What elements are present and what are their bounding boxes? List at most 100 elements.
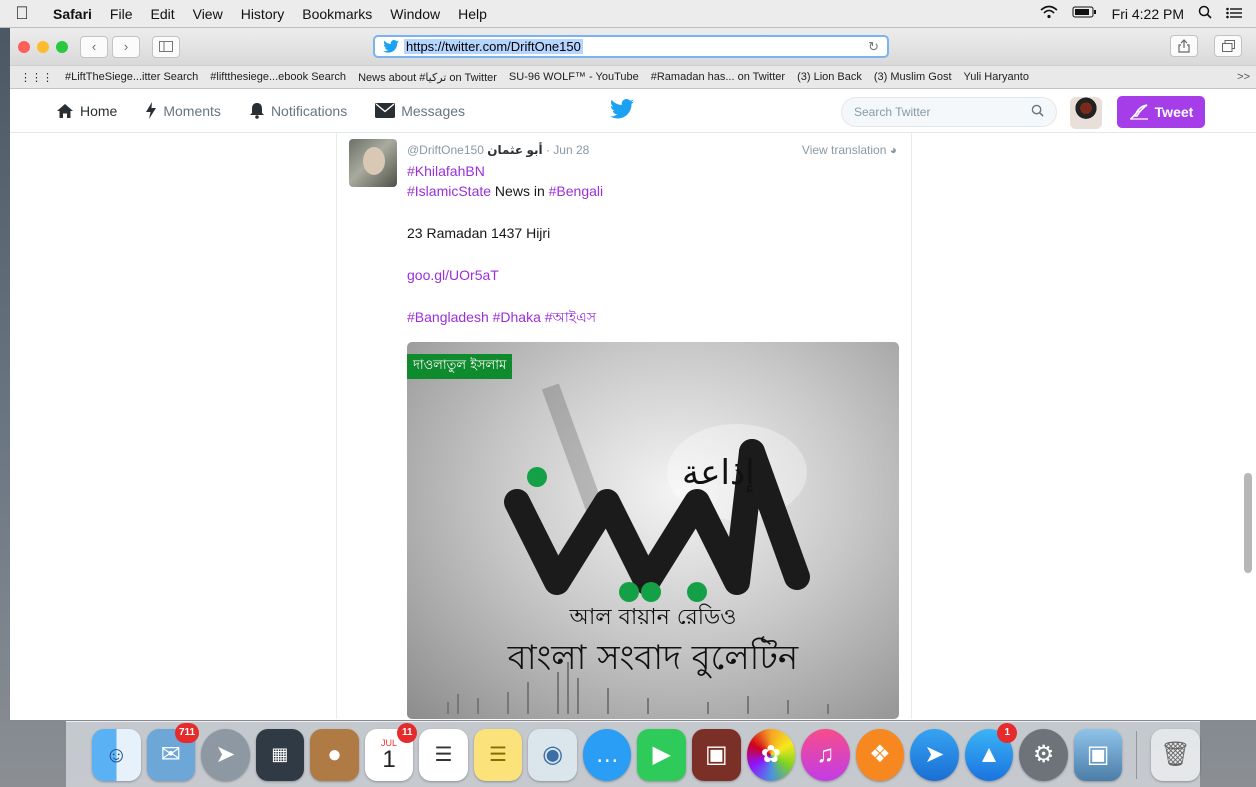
forward-button[interactable]: ›	[112, 35, 140, 58]
bookmark-item[interactable]: #LiftTheSiege...itter Search	[65, 71, 198, 83]
safari-icon[interactable]: ➤	[910, 728, 959, 781]
messages-icon[interactable]: …	[582, 728, 632, 781]
tweet-header: @DriftOne150 أبو عثمان · Jun 28	[407, 143, 589, 157]
menu-app-safari[interactable]: Safari	[44, 6, 101, 22]
tweet-text: #KhilafahBN #IslamicState News in #Benga…	[407, 161, 897, 327]
nav-home[interactable]: Home	[56, 103, 117, 119]
bookmark-item[interactable]: (3) Muslim Gost	[874, 71, 952, 83]
wifi-icon[interactable]	[1040, 5, 1058, 22]
image-capture-icon[interactable]: ▣	[1073, 728, 1123, 781]
chat-bubble-icon: …	[595, 740, 620, 768]
close-window-button[interactable]	[18, 40, 30, 53]
ibooks-icon[interactable]: ❖	[855, 728, 905, 781]
bookmark-item[interactable]: Yuli Haryanto	[964, 71, 1029, 83]
search-input[interactable]: Search Twitter	[841, 97, 1057, 127]
zoom-window-button[interactable]	[56, 40, 68, 53]
bookmarks-bar: ⋮⋮⋮ #LiftTheSiege...itter Search #liftth…	[10, 65, 1256, 89]
show-tabs-button[interactable]	[1214, 35, 1242, 57]
trash-icon[interactable]: 🗑	[1151, 728, 1200, 781]
mission-control-icon[interactable]: ▦	[255, 728, 305, 781]
hashtag-link[interactable]: #Bangladesh #Dhaka #আইএস	[407, 307, 897, 327]
app-store-icon[interactable]: ▲ 1	[964, 722, 1018, 781]
facetime-icon[interactable]: ▶	[637, 728, 687, 781]
tweet-author-name[interactable]: أبو عثمان	[487, 143, 542, 157]
bookmarks-grid-icon[interactable]: ⋮⋮⋮	[20, 71, 53, 84]
nav-notifications[interactable]: Notifications	[249, 102, 347, 119]
tweet-handle[interactable]: @DriftOne150	[407, 143, 484, 157]
menu-file[interactable]: File	[101, 6, 142, 22]
menu-history[interactable]: History	[232, 6, 294, 22]
compass-icon: ➤	[924, 741, 945, 768]
home-icon	[57, 103, 73, 118]
tweet-media-image[interactable]: إذاعة দাওলাতুল ইসলাম আল বায়ান রেডিও বাং…	[407, 342, 899, 719]
menu-view[interactable]: View	[184, 6, 232, 22]
share-icon	[1178, 39, 1190, 53]
photo-strip-icon: ▣	[704, 741, 728, 768]
bookmark-item[interactable]: #Ramadan has... on Twitter	[651, 71, 785, 83]
spotlight-icon[interactable]	[1198, 5, 1212, 22]
hashtag-link[interactable]: #IslamicState	[407, 183, 491, 199]
menu-bookmarks[interactable]: Bookmarks	[293, 6, 381, 22]
launchpad-icon[interactable]: ➤	[201, 728, 250, 781]
eagle-icon: ✉	[160, 741, 181, 768]
reminders-icon[interactable]: ☰	[419, 728, 468, 781]
media-subtitle-2: বাংলা সংবাদ বুলেটিন	[507, 638, 799, 678]
view-translation-link[interactable]: View translation ◕	[802, 143, 897, 157]
address-book-icon: ●	[327, 740, 342, 768]
bookmark-item[interactable]: #liftthesiege...ebook Search	[210, 71, 346, 83]
tweet-link[interactable]: goo.gl/UOr5aT	[407, 265, 897, 285]
gear-icon: ⚙	[1032, 741, 1055, 768]
address-bar[interactable]: https://twitter.com/DriftOne150 ↻	[373, 35, 889, 58]
mail-badge: 711	[174, 722, 200, 743]
app-store-a-icon: ▲	[977, 740, 1001, 768]
apple-menu-icon[interactable]: 	[0, 3, 44, 24]
photo-booth-icon[interactable]: ▣	[692, 728, 741, 781]
chevron-right-icon: ›	[123, 39, 129, 54]
calendar-icon[interactable]: JUL 1 11	[364, 722, 418, 781]
trash-can-icon: 🗑	[1160, 741, 1191, 768]
mail-icon[interactable]: ✉ 711	[146, 722, 200, 781]
menu-help[interactable]: Help	[449, 6, 496, 22]
bookmark-item[interactable]: SU-96 WOLF™ - YouTube	[509, 71, 639, 83]
finder-face-icon: ☺	[105, 741, 128, 767]
hashtag-link[interactable]: #Bengali	[549, 183, 604, 199]
contacts-icon[interactable]: ●	[310, 728, 359, 781]
tweet-date[interactable]: · Jun 28	[546, 143, 589, 157]
bookmarks-overflow-button[interactable]: >>	[1237, 71, 1256, 83]
share-button[interactable]	[1170, 35, 1198, 57]
notification-center-icon[interactable]	[1226, 6, 1242, 22]
twitter-nav-bar: Home Moments Notifications Messages Sear…	[10, 89, 1256, 133]
preview-icon[interactable]: ◉	[528, 728, 577, 781]
nav-moments[interactable]: Moments	[145, 102, 221, 119]
menu-window[interactable]: Window	[381, 6, 449, 22]
tweet-author-avatar[interactable]	[349, 139, 397, 187]
reload-icon[interactable]: ↻	[868, 39, 879, 55]
tweet-card[interactable]: @DriftOne150 أبو عثمان · Jun 28 View tra…	[336, 133, 912, 719]
minimize-window-button[interactable]	[37, 40, 49, 53]
menu-edit[interactable]: Edit	[141, 6, 183, 22]
sidebar-toggle-button[interactable]	[152, 35, 180, 58]
chevron-left-icon: ‹	[91, 39, 97, 54]
search-icon[interactable]	[1031, 104, 1044, 120]
bookmark-item[interactable]: News about #تركيا on Twitter	[358, 71, 497, 84]
finder-icon[interactable]: ☺	[92, 728, 141, 781]
menu-bar:  Safari File Edit View History Bookmark…	[0, 0, 1256, 28]
twitter-bird-logo-icon[interactable]	[610, 99, 634, 122]
notes-icon[interactable]: ☰	[473, 728, 523, 781]
media-badge: দাওলাতুল ইসলাম	[407, 354, 513, 379]
battery-icon[interactable]	[1072, 5, 1098, 22]
hashtag-link[interactable]: #KhilafahBN	[407, 161, 897, 181]
itunes-icon[interactable]: ♫	[801, 728, 850, 781]
menubar-clock[interactable]: Fri 4:22 PM	[1112, 6, 1184, 22]
photos-icon[interactable]: ✿	[746, 728, 796, 781]
bookmark-item[interactable]: (3) Lion Back	[797, 71, 862, 83]
user-avatar[interactable]	[1070, 97, 1102, 129]
system-preferences-icon[interactable]: ⚙	[1019, 728, 1068, 781]
sidebar-icon	[159, 41, 173, 52]
page-scrollbar[interactable]	[1244, 473, 1252, 573]
nav-notifications-label: Notifications	[270, 102, 348, 119]
nav-messages[interactable]: Messages	[375, 103, 465, 119]
back-button[interactable]: ‹	[80, 35, 108, 58]
compose-tweet-button[interactable]: Tweet	[1117, 96, 1205, 128]
open-book-icon: ❖	[869, 741, 891, 768]
